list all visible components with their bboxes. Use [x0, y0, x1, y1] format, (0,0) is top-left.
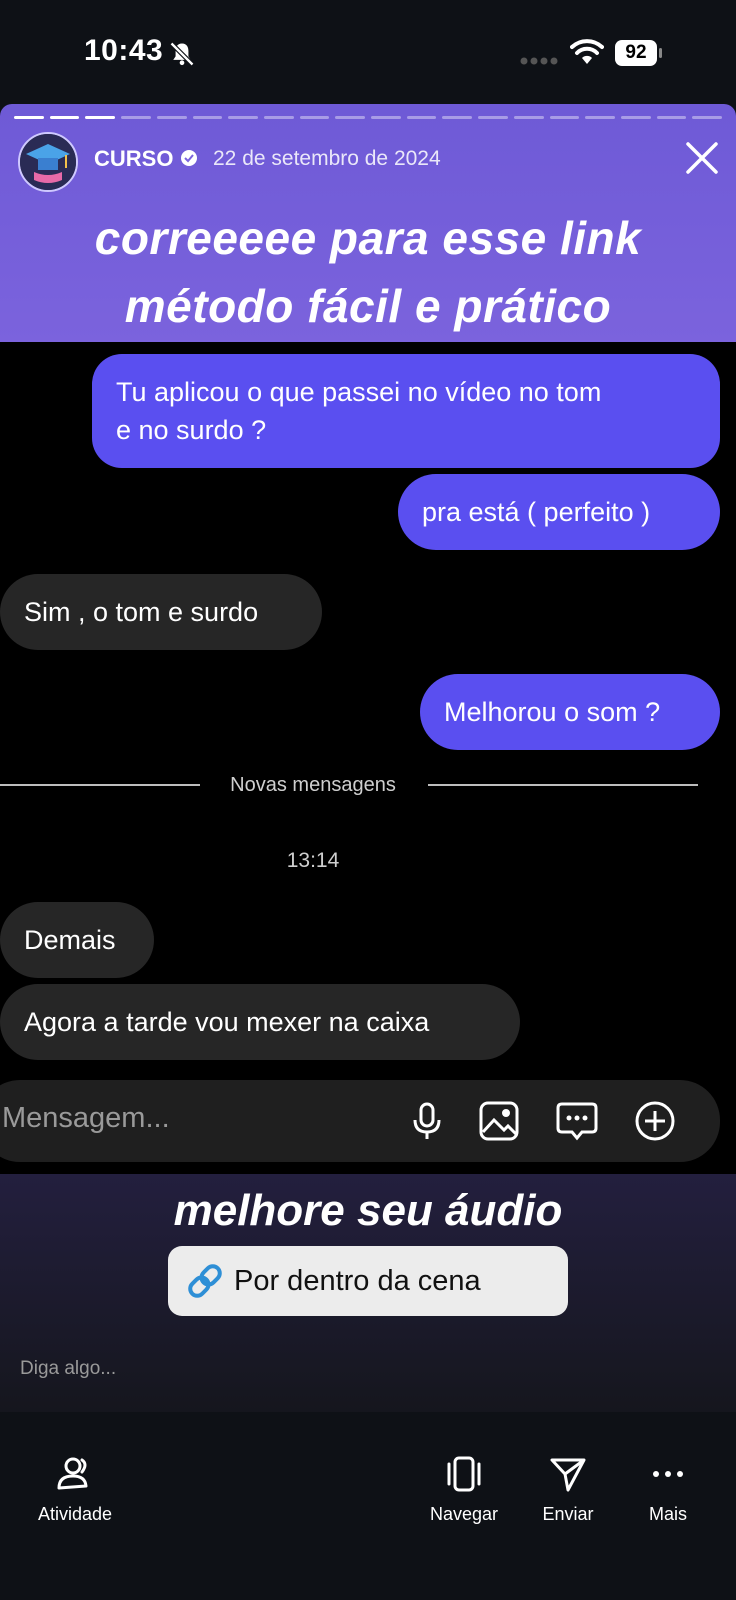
image-icon: [479, 1101, 519, 1141]
more-label: Mais: [648, 1504, 687, 1524]
cellular-signal-icon: [520, 57, 558, 65]
link-sticker[interactable]: Por dentro da cena: [168, 1246, 568, 1316]
divider-line-right: [428, 784, 698, 786]
progress-segment: [442, 116, 473, 119]
message-bubble-incoming: Sim , o tom e surdo: [0, 574, 322, 650]
message-text: e no surdo ?: [116, 415, 267, 445]
activity-icon: [57, 1457, 88, 1490]
link-icon: [188, 1264, 222, 1298]
battery-level: 92: [615, 40, 657, 66]
story-reply-input[interactable]: Diga algo...: [20, 1358, 116, 1380]
message-text: Melhorou o som ?: [444, 697, 661, 727]
story-date: 22 de setembro de 2024: [213, 147, 441, 170]
browse-icon: [447, 1456, 481, 1492]
message-text: Sim , o tom e surdo: [24, 597, 259, 627]
activity-button[interactable]: Atividade: [30, 1454, 120, 1525]
progress-segment: [156, 116, 187, 119]
link-sticker-label: Por dentro da cena: [234, 1264, 481, 1297]
more-button[interactable]: Mais: [640, 1454, 696, 1525]
close-icon[interactable]: [684, 140, 720, 176]
battery-indicator: 92: [615, 40, 663, 68]
progress-segment: [299, 116, 330, 119]
add-circle-icon: [635, 1101, 675, 1141]
message-text: Demais: [24, 925, 116, 955]
progress-segment: [121, 116, 151, 119]
progress-segment: [692, 116, 723, 119]
chat-screenshot: Tu aplicou o que passei no vídeo no tom …: [0, 342, 736, 1278]
browse-button[interactable]: Navegar: [424, 1454, 504, 1525]
progress-segment: [49, 116, 80, 119]
status-bar: 10:43 92: [0, 0, 736, 104]
progress-segment: [549, 116, 580, 119]
story-action-bar: Atividade Navegar Enviar Mais: [0, 1412, 736, 1600]
story-progress-bar: [14, 116, 723, 120]
progress-segment: [620, 116, 651, 119]
browse-label: Navegar: [429, 1504, 499, 1524]
chat-bubble-icon: [556, 1102, 598, 1141]
more-icon: [653, 1471, 683, 1477]
story-username[interactable]: CURSO: [94, 146, 173, 172]
message-bubble-outgoing: pra está ( perfeito ): [398, 474, 720, 550]
progress-segment: [478, 116, 508, 119]
message-bubble-outgoing: Melhorou o som ?: [420, 674, 720, 750]
activity-label: Atividade: [37, 1504, 113, 1524]
progress-segment: [406, 116, 437, 119]
message-text: Tu aplicou o que passei no vídeo no tom: [116, 377, 602, 407]
message-composer: Mensagem...: [0, 1080, 720, 1162]
headline-line-2: método fácil e prático: [124, 280, 612, 332]
battery-tip: [659, 48, 662, 58]
graduation-cap-icon: [20, 134, 76, 190]
story-headline: correeeee para esse link método fácil e …: [0, 204, 736, 340]
progress-segment: [85, 116, 116, 119]
progress-segment: [371, 116, 401, 119]
microphone-icon: [413, 1102, 441, 1139]
progress-segment: [585, 116, 615, 119]
wifi-icon: [570, 39, 604, 64]
divider-line-left: [0, 784, 200, 786]
story-footer-area: melhore seu áudio Por dentro da cena Dig…: [0, 1174, 736, 1412]
verified-badge-icon: [181, 150, 197, 166]
new-messages-divider: Novas mensagens: [230, 774, 396, 796]
send-label: Enviar: [542, 1504, 594, 1524]
message-bubble-incoming: Demais: [0, 902, 154, 978]
avatar[interactable]: [18, 132, 78, 192]
story-header-area: CURSO 22 de setembro de 2024 correeeee p…: [0, 104, 736, 342]
message-text: Agora a tarde vou mexer na caixa: [24, 1007, 430, 1037]
message-text: pra está ( perfeito ): [422, 497, 651, 527]
send-icon: [550, 1458, 586, 1492]
story-bottom-headline: melhore seu áudio: [173, 1186, 563, 1235]
message-bubble-outgoing: Tu aplicou o que passei no vídeo no tom …: [92, 354, 720, 468]
progress-segment: [656, 116, 687, 119]
message-bubble-incoming: Agora a tarde vou mexer na caixa: [0, 984, 520, 1060]
chat-timestamp: 13:14: [286, 849, 340, 872]
progress-segment: [228, 116, 258, 119]
composer-placeholder: Mensagem...: [2, 1102, 170, 1134]
bell-off-icon: [169, 41, 195, 67]
send-button[interactable]: Enviar: [534, 1454, 602, 1525]
progress-segment: [192, 116, 223, 119]
headline-line-1: correeeee para esse link: [94, 212, 642, 264]
progress-segment: [513, 116, 544, 119]
story-viewer[interactable]: CURSO 22 de setembro de 2024 correeeee p…: [0, 104, 736, 1412]
status-time: 10:43: [84, 34, 164, 67]
progress-segment: [14, 116, 44, 119]
progress-segment: [263, 116, 294, 119]
progress-segment: [335, 116, 366, 119]
